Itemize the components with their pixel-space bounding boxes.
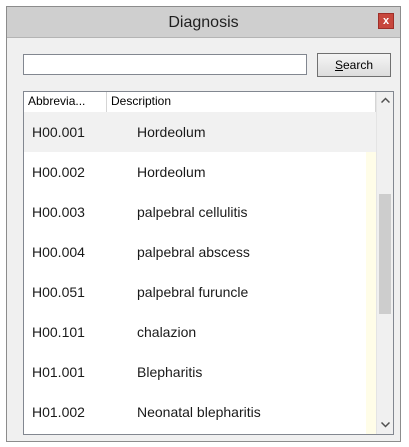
row-code: H00.003 (32, 204, 85, 220)
list-row[interactable]: H00.002 Hordeolum (24, 152, 376, 192)
list-row[interactable]: H01.001 Blepharitis (24, 352, 376, 392)
row-description: chalazion (137, 324, 197, 340)
row-code: H00.101 (32, 324, 85, 340)
row-code: H01.002 (32, 404, 85, 420)
title-bar[interactable]: Diagnosis x (7, 7, 400, 38)
row-description: Blepharitis (137, 364, 203, 380)
row-code: H00.001 (32, 124, 85, 140)
diagnosis-list[interactable]: Abbrevia... Description H00.001 Hordeolu… (23, 91, 394, 435)
row-description: palpebral abscess (137, 244, 250, 260)
list-row[interactable]: H00.003 palpebral cellulitis (24, 192, 376, 232)
search-input[interactable] (23, 54, 307, 75)
column-header-abbreviation[interactable]: Abbrevia... (24, 92, 107, 112)
chevron-up-icon[interactable] (377, 92, 393, 109)
diagnosis-dialog: Diagnosis x Search Abbrevia... Descripti… (6, 6, 401, 442)
vertical-scrollbar[interactable] (376, 92, 393, 434)
row-code: H00.002 (32, 164, 85, 180)
close-button[interactable]: x (378, 13, 394, 29)
close-icon: x (382, 15, 390, 27)
list-header: Abbrevia... Description (24, 92, 376, 113)
search-button[interactable]: Search (317, 53, 391, 77)
scrollbar-thumb[interactable] (379, 194, 391, 314)
row-description: Hordeolum (137, 164, 206, 180)
row-description: Hordeolum (137, 124, 206, 140)
list-row[interactable]: H00.051 palpebral furuncle (24, 272, 376, 312)
column-header-description[interactable]: Description (107, 92, 376, 112)
row-description: Neonatal blepharitis (137, 404, 261, 420)
row-code: H01.001 (32, 364, 85, 380)
row-code: H00.051 (32, 284, 85, 300)
row-code: H00.004 (32, 244, 85, 260)
search-button-label: earch (342, 58, 374, 72)
row-description: palpebral furuncle (137, 284, 249, 300)
list-row[interactable]: H00.101 chalazion (24, 312, 376, 352)
chevron-down-icon[interactable] (377, 417, 393, 434)
list-row[interactable]: H00.004 palpebral abscess (24, 232, 376, 272)
window-title: Diagnosis (168, 14, 239, 31)
search-button-mnemonic: S (334, 58, 343, 72)
row-description: palpebral cellulitis (137, 204, 248, 220)
list-row[interactable]: H00.001 Hordeolum (24, 112, 376, 152)
list-row[interactable]: H01.002 Neonatal blepharitis (24, 392, 376, 432)
